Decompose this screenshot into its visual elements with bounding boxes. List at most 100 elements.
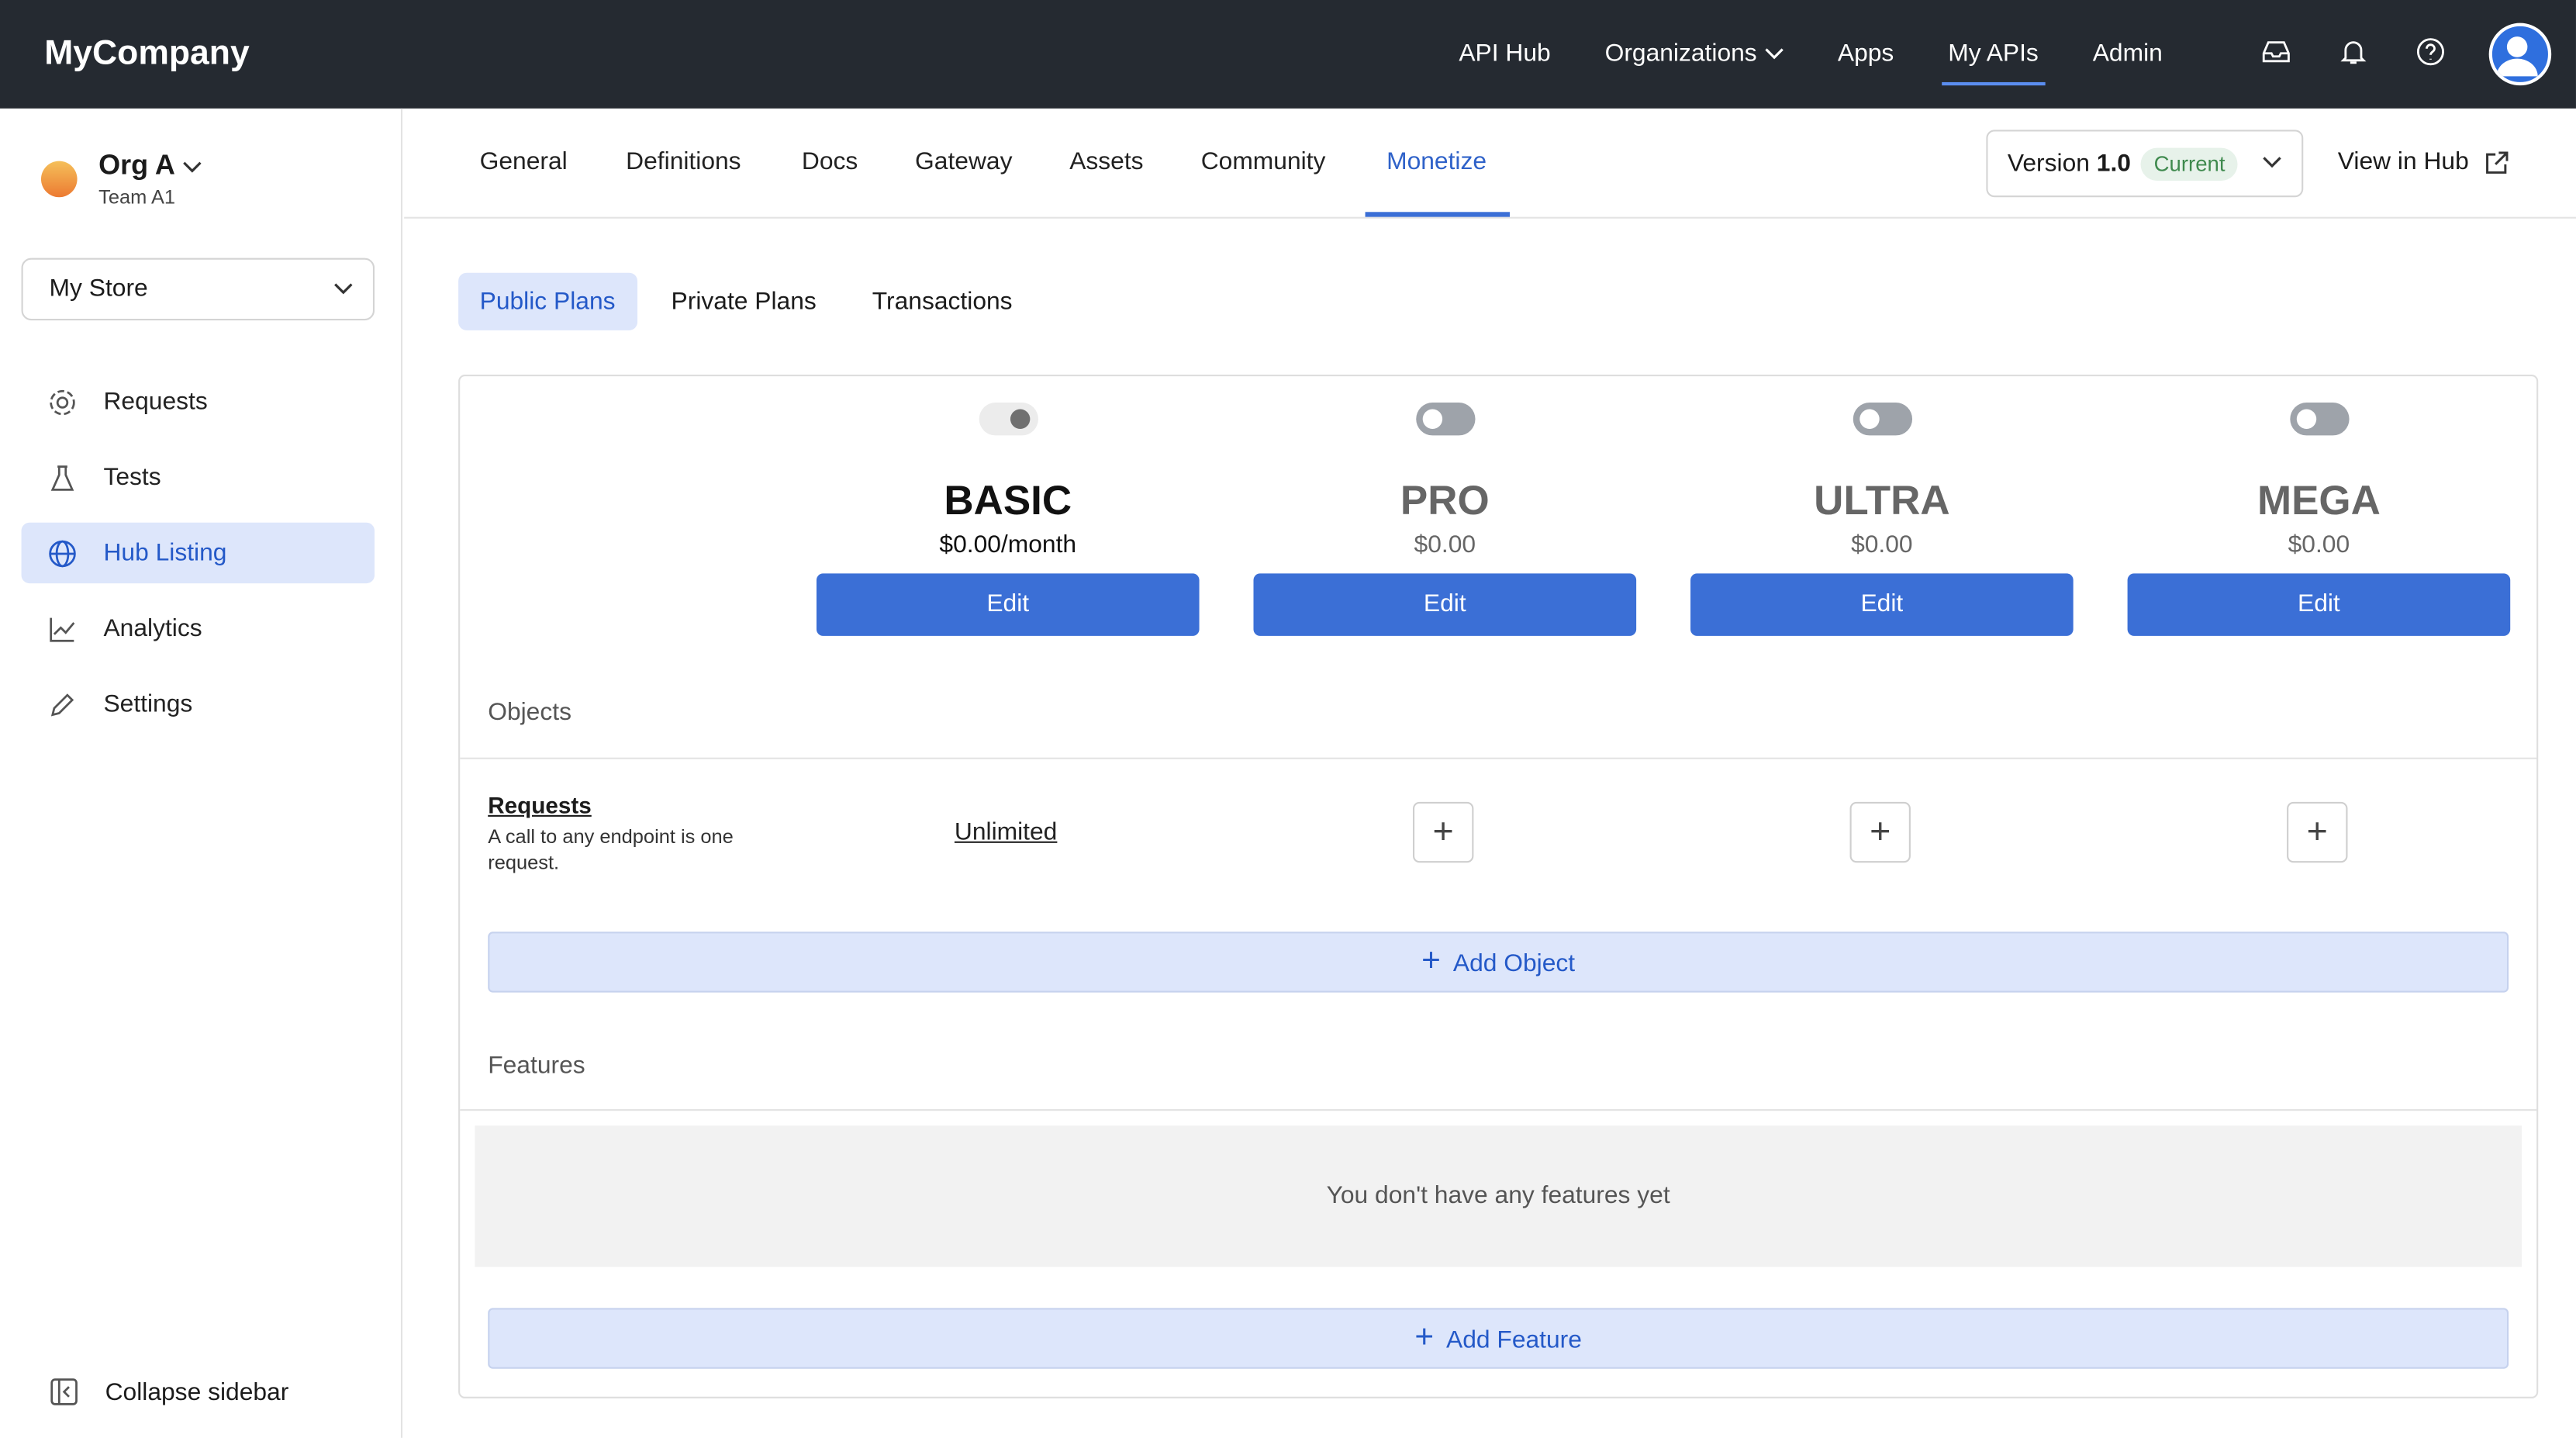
team-name: Team A1 <box>98 185 176 209</box>
edit-plan-button[interactable]: Edit <box>816 573 1200 636</box>
sidebar-item-settings[interactable]: Settings <box>22 674 375 735</box>
add-feature-label: Add Feature <box>1446 1326 1582 1354</box>
tab-community[interactable]: Community <box>1201 148 1326 176</box>
plan-toggle[interactable] <box>978 403 1038 436</box>
org-building-icon <box>40 161 78 198</box>
avatar[interactable] <box>2488 22 2552 86</box>
plan-name: PRO <box>1400 478 1490 524</box>
tab-assets[interactable]: Assets <box>1069 148 1143 176</box>
features-empty-state: You don't have any features yet <box>475 1125 2522 1267</box>
tab-docs[interactable]: Docs <box>802 148 858 176</box>
divider <box>460 757 2537 759</box>
nav-admin[interactable]: Admin <box>2093 0 2163 109</box>
add-limit-ultra-button[interactable]: + <box>1849 801 1911 863</box>
subtab-public-plans[interactable]: Public Plans <box>458 272 637 330</box>
edit-plan-button[interactable]: Edit <box>1253 573 1637 636</box>
api-tabs: General Definitions Docs Gateway Assets … <box>404 109 2576 219</box>
version-value: 1.0 <box>2096 149 2131 178</box>
object-name-link[interactable]: Requests <box>488 792 783 818</box>
store-select[interactable]: My Store <box>21 258 375 321</box>
plus-icon: + <box>1414 1319 1435 1356</box>
view-in-hub-label: View in Hub <box>2337 147 2469 176</box>
plan-mega: MEGA $0.00 Edit <box>2127 376 2511 636</box>
tab-gateway[interactable]: Gateway <box>915 148 1012 176</box>
tab-definitions[interactable]: Definitions <box>626 148 741 176</box>
plus-icon: + <box>1421 943 1441 980</box>
store-value: My Store <box>49 274 148 302</box>
inbox-icon[interactable] <box>2260 36 2291 67</box>
collapse-label: Collapse sidebar <box>105 1378 289 1406</box>
tab-monetize[interactable]: Monetize <box>1386 148 1487 176</box>
add-object-label: Add Object <box>1452 949 1576 978</box>
plan-toggle[interactable] <box>1852 403 1911 436</box>
help-icon[interactable] <box>2415 36 2446 67</box>
add-object-button[interactable]: + Add Object <box>488 932 2509 993</box>
top-bar: MyCompany API Hub Organizations Apps My … <box>0 0 2576 109</box>
tab-general[interactable]: General <box>480 148 568 176</box>
plan-name: MEGA <box>2257 478 2381 524</box>
plan-price: $0.00 <box>1851 531 1913 559</box>
collapse-icon <box>50 1378 78 1405</box>
plans-card: BASIC $0.00/month Edit PRO $0.00 Edit UL… <box>458 375 2539 1398</box>
add-limit-mega-button[interactable]: + <box>2287 801 2348 863</box>
nav-apps[interactable]: Apps <box>1838 0 1894 109</box>
plus-icon: + <box>2306 810 2328 852</box>
nav-my-apis[interactable]: My APIs <box>1941 0 2046 109</box>
sidebar-item-label: Hub Listing <box>103 538 227 567</box>
object-row-requests: Requests A call to any endpoint is one r… <box>488 792 783 876</box>
plan-basic: BASIC $0.00/month Edit <box>816 376 1200 636</box>
plan-name: ULTRA <box>1814 478 1950 524</box>
chevron-down-icon <box>1764 48 1783 60</box>
nav-organizations[interactable]: Organizations <box>1605 0 1784 109</box>
active-tab-indicator <box>1365 212 1510 217</box>
basic-requests-limit-link[interactable]: Unlimited <box>955 818 1057 846</box>
plan-price: $0.00 <box>1414 531 1476 559</box>
sidebar-item-label: Requests <box>103 387 208 417</box>
current-badge: Current <box>2140 147 2239 181</box>
plan-name: BASIC <box>944 478 1072 524</box>
flask-icon <box>50 465 74 490</box>
plus-icon: + <box>1870 810 1891 852</box>
chevron-down-icon <box>2263 157 2281 168</box>
version-label: Version <box>2007 149 2090 178</box>
view-in-hub-link[interactable]: View in Hub <box>2338 148 2510 176</box>
sidebar-item-requests[interactable]: Requests <box>22 372 375 432</box>
globe-icon <box>49 539 76 567</box>
collapse-sidebar-button[interactable]: Collapse sidebar <box>50 1377 289 1406</box>
divider <box>460 1109 2537 1111</box>
plan-ultra: ULTRA $0.00 Edit <box>1690 376 2074 636</box>
org-switcher[interactable]: Org A Team A1 <box>40 150 201 209</box>
object-description: A call to any endpoint is one request. <box>488 824 734 875</box>
logo[interactable]: MyCompany <box>44 34 250 74</box>
bell-icon[interactable] <box>2338 36 2369 67</box>
sidebar: Org A Team A1 My Store Requests Tests Hu… <box>0 108 403 1438</box>
sidebar-item-analytics[interactable]: Analytics <box>22 598 375 659</box>
subtab-private-plans[interactable]: Private Plans <box>650 273 837 330</box>
plus-icon: + <box>1432 810 1454 852</box>
external-link-icon <box>2485 150 2509 173</box>
nav-api-hub[interactable]: API Hub <box>1459 0 1550 109</box>
org-name-row: Org A <box>98 150 202 182</box>
version-select[interactable]: Version 1.0 Current <box>1986 130 2304 198</box>
edit-plan-button[interactable]: Edit <box>2127 573 2511 636</box>
chevron-down-icon <box>334 283 353 295</box>
features-heading: Features <box>488 1051 585 1080</box>
plan-toggle[interactable] <box>1415 403 1475 436</box>
pencil-icon <box>50 693 74 716</box>
sidebar-item-label: Settings <box>103 690 193 718</box>
plan-toggle[interactable] <box>2289 403 2349 436</box>
org-name: Org A <box>98 149 174 181</box>
add-feature-button[interactable]: + Add Feature <box>488 1308 2509 1369</box>
nav-organizations-label: Organizations <box>1604 39 1757 67</box>
chart-icon <box>50 617 75 641</box>
plan-price: $0.00 <box>2288 531 2350 559</box>
requests-icon <box>50 389 75 415</box>
objects-heading: Objects <box>488 698 571 727</box>
add-limit-pro-button[interactable]: + <box>1412 801 1474 863</box>
top-nav: API Hub Organizations Apps My APIs Admin <box>1459 0 2216 109</box>
edit-plan-button[interactable]: Edit <box>1690 573 2074 636</box>
subtab-transactions[interactable]: Transactions <box>851 273 1034 330</box>
plan-price: $0.00/month <box>939 531 1077 559</box>
sidebar-item-hub-listing[interactable]: Hub Listing <box>21 522 375 584</box>
sidebar-item-tests[interactable]: Tests <box>22 447 375 507</box>
